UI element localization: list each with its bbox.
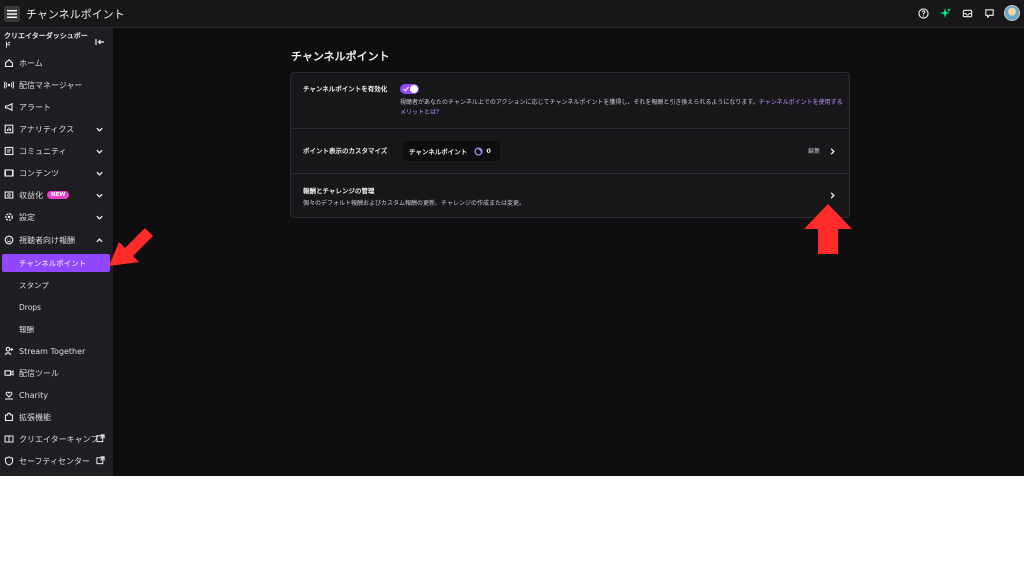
sidebar-item-safety-center[interactable]: セーフティセンター xyxy=(0,452,113,470)
sidebar-item-label: 拡張機能 xyxy=(19,412,51,422)
sidebar-item-stream-together[interactable]: Stream Together xyxy=(0,342,113,360)
puzzle-icon xyxy=(4,412,14,422)
sidebar-subitem-label: Drops xyxy=(19,302,41,312)
sidebar-subitem-emotes[interactable]: スタンプ xyxy=(0,276,113,294)
points-preview-value: 0 xyxy=(486,147,491,155)
charity-icon xyxy=(4,390,14,400)
edit-link[interactable]: 編集 xyxy=(808,146,820,155)
settings-card: チャンネルポイントを有効化 視聴者があなたのチャンネル上でのアクションに応じてチ… xyxy=(290,72,850,218)
sidebar-item-monetization[interactable]: 収益化 NEW xyxy=(0,186,113,204)
new-badge: NEW xyxy=(47,191,70,199)
sidebar-item-label: Stream Together xyxy=(19,346,86,356)
sidebar-item-label: 視聴者向け報酬 xyxy=(19,235,75,245)
annotation-arrow-up xyxy=(804,204,852,254)
sidebar-subitem-channel-points[interactable]: チャンネルポイント xyxy=(2,254,110,272)
sidebar-item-label: 収益化 xyxy=(19,190,43,200)
community-icon xyxy=(4,146,14,156)
hamburger-menu-button[interactable] xyxy=(4,5,20,22)
row-label: ポイント表示のカスタマイズ xyxy=(303,147,388,155)
points-preview-name: チャンネルポイント xyxy=(409,148,468,156)
page-title: チャンネルポイント xyxy=(291,50,390,63)
sidebar-item-label: アラート xyxy=(19,102,51,112)
megaphone-icon xyxy=(4,102,14,112)
smile-icon xyxy=(4,235,14,245)
inbox-icon[interactable] xyxy=(960,6,974,20)
sidebar-subitem-label: チャンネルポイント xyxy=(19,258,87,268)
app-window: チャンネルポイント クリエイターダッシュボード ホーム 配信マネージャー アラー… xyxy=(0,0,1024,476)
enable-channel-points-toggle[interactable] xyxy=(400,84,419,94)
sidebar-item-settings[interactable]: 設定 xyxy=(0,208,113,226)
chevron-down-icon xyxy=(96,127,103,132)
hamburger-icon xyxy=(7,9,17,18)
app-title: チャンネルポイント xyxy=(26,7,125,21)
chevron-down-icon xyxy=(96,149,103,154)
video-camera-icon xyxy=(4,368,14,378)
home-icon xyxy=(4,58,14,68)
sidebar-item-stream-tools[interactable]: 配信ツール xyxy=(0,364,113,382)
row-label: チャンネルポイントを有効化 xyxy=(303,85,388,93)
sidebar-item-alerts[interactable]: アラート xyxy=(0,98,113,116)
top-icons xyxy=(916,5,1020,21)
row-description: 視聴者があなたのチャンネル上でのアクションに応じてチャンネルポイントを獲得し、そ… xyxy=(400,99,843,116)
gear-icon xyxy=(4,212,14,222)
chevron-down-icon xyxy=(96,193,103,198)
top-bar: チャンネルポイント xyxy=(0,0,1024,28)
shield-icon xyxy=(4,456,14,466)
sidebar-item-label: ホーム xyxy=(19,58,43,68)
check-icon xyxy=(403,86,409,92)
sidebar-subitem-drops[interactable]: Drops xyxy=(0,298,113,316)
row-description: 個々のデフォルト報酬およびカスタム報酬の更新、チャレンジの作成または変更。 xyxy=(303,200,525,207)
whisper-icon[interactable] xyxy=(982,6,996,20)
chevron-up-icon xyxy=(96,238,103,243)
sidebar-item-content[interactable]: コンテンツ xyxy=(0,164,113,182)
sidebar-item-charity[interactable]: Charity xyxy=(0,386,113,404)
sidebar-item-label: アナリティクス xyxy=(19,124,75,134)
sidebar-item-analytics[interactable]: アナリティクス xyxy=(0,120,113,138)
points-preview: チャンネルポイント 0 xyxy=(403,141,500,161)
sidebar-item-stream-manager[interactable]: 配信マネージャー xyxy=(0,76,113,94)
toggle-knob xyxy=(410,85,418,93)
book-icon xyxy=(4,434,14,444)
sidebar-item-community[interactable]: コミュニティ xyxy=(0,142,113,160)
sidebar-item-label: クリエイターキャンプ xyxy=(19,434,99,444)
chevron-down-icon xyxy=(96,215,103,220)
sidebar-item-creator-camp[interactable]: クリエイターキャンプ xyxy=(0,430,113,448)
analytics-icon xyxy=(4,124,14,134)
collapse-sidebar-icon[interactable] xyxy=(95,37,105,47)
manage-rewards-row[interactable]: 報酬とチャレンジの管理 個々のデフォルト報酬およびカスタム報酬の更新、チャレンジ… xyxy=(291,174,849,217)
sidebar-header: クリエイターダッシュボード xyxy=(4,32,88,49)
sidebar-subitem-label: スタンプ xyxy=(19,280,49,290)
sidebar-item-label: セーフティセンター xyxy=(19,456,91,466)
sidebar: クリエイターダッシュボード ホーム 配信マネージャー アラート アナリティクス … xyxy=(0,28,113,476)
sidebar-item-label: 設定 xyxy=(19,212,35,222)
help-icon[interactable] xyxy=(916,6,930,20)
sidebar-item-extensions[interactable]: 拡張機能 xyxy=(0,408,113,426)
external-link-icon xyxy=(96,456,105,465)
sidebar-item-viewer-rewards[interactable]: 視聴者向け報酬 xyxy=(0,231,113,249)
chevron-down-icon xyxy=(96,171,103,176)
add-user-icon xyxy=(4,346,14,356)
sidebar-item-label: 配信ツール xyxy=(19,368,59,378)
sidebar-item-home[interactable]: ホーム xyxy=(0,54,113,72)
sidebar-subitem-label: 報酬 xyxy=(19,324,34,334)
user-avatar[interactable] xyxy=(1004,5,1020,21)
sidebar-subitem-rewards[interactable]: 報酬 xyxy=(0,320,113,338)
external-link-icon xyxy=(96,434,105,443)
chevron-right-icon[interactable] xyxy=(828,191,837,200)
channel-points-icon xyxy=(474,146,483,156)
broadcast-icon xyxy=(4,80,14,90)
annotation-arrow-left xyxy=(109,228,153,266)
sidebar-item-label: Charity xyxy=(19,390,48,400)
sparkle-icon[interactable] xyxy=(938,6,952,20)
content-icon xyxy=(4,168,14,178)
sidebar-item-label: 配信マネージャー xyxy=(19,80,83,90)
row-label: 報酬とチャレンジの管理 xyxy=(303,187,375,195)
customize-points-row[interactable]: ポイント表示のカスタマイズ チャンネルポイント 0 編集 xyxy=(291,129,849,174)
sidebar-item-label: コンテンツ xyxy=(19,168,59,178)
enable-channel-points-row: チャンネルポイントを有効化 視聴者があなたのチャンネル上でのアクションに応じてチ… xyxy=(291,73,849,129)
chevron-right-icon[interactable] xyxy=(828,147,837,156)
monetization-icon xyxy=(4,190,14,200)
sidebar-item-label: コミュニティ xyxy=(19,146,67,156)
